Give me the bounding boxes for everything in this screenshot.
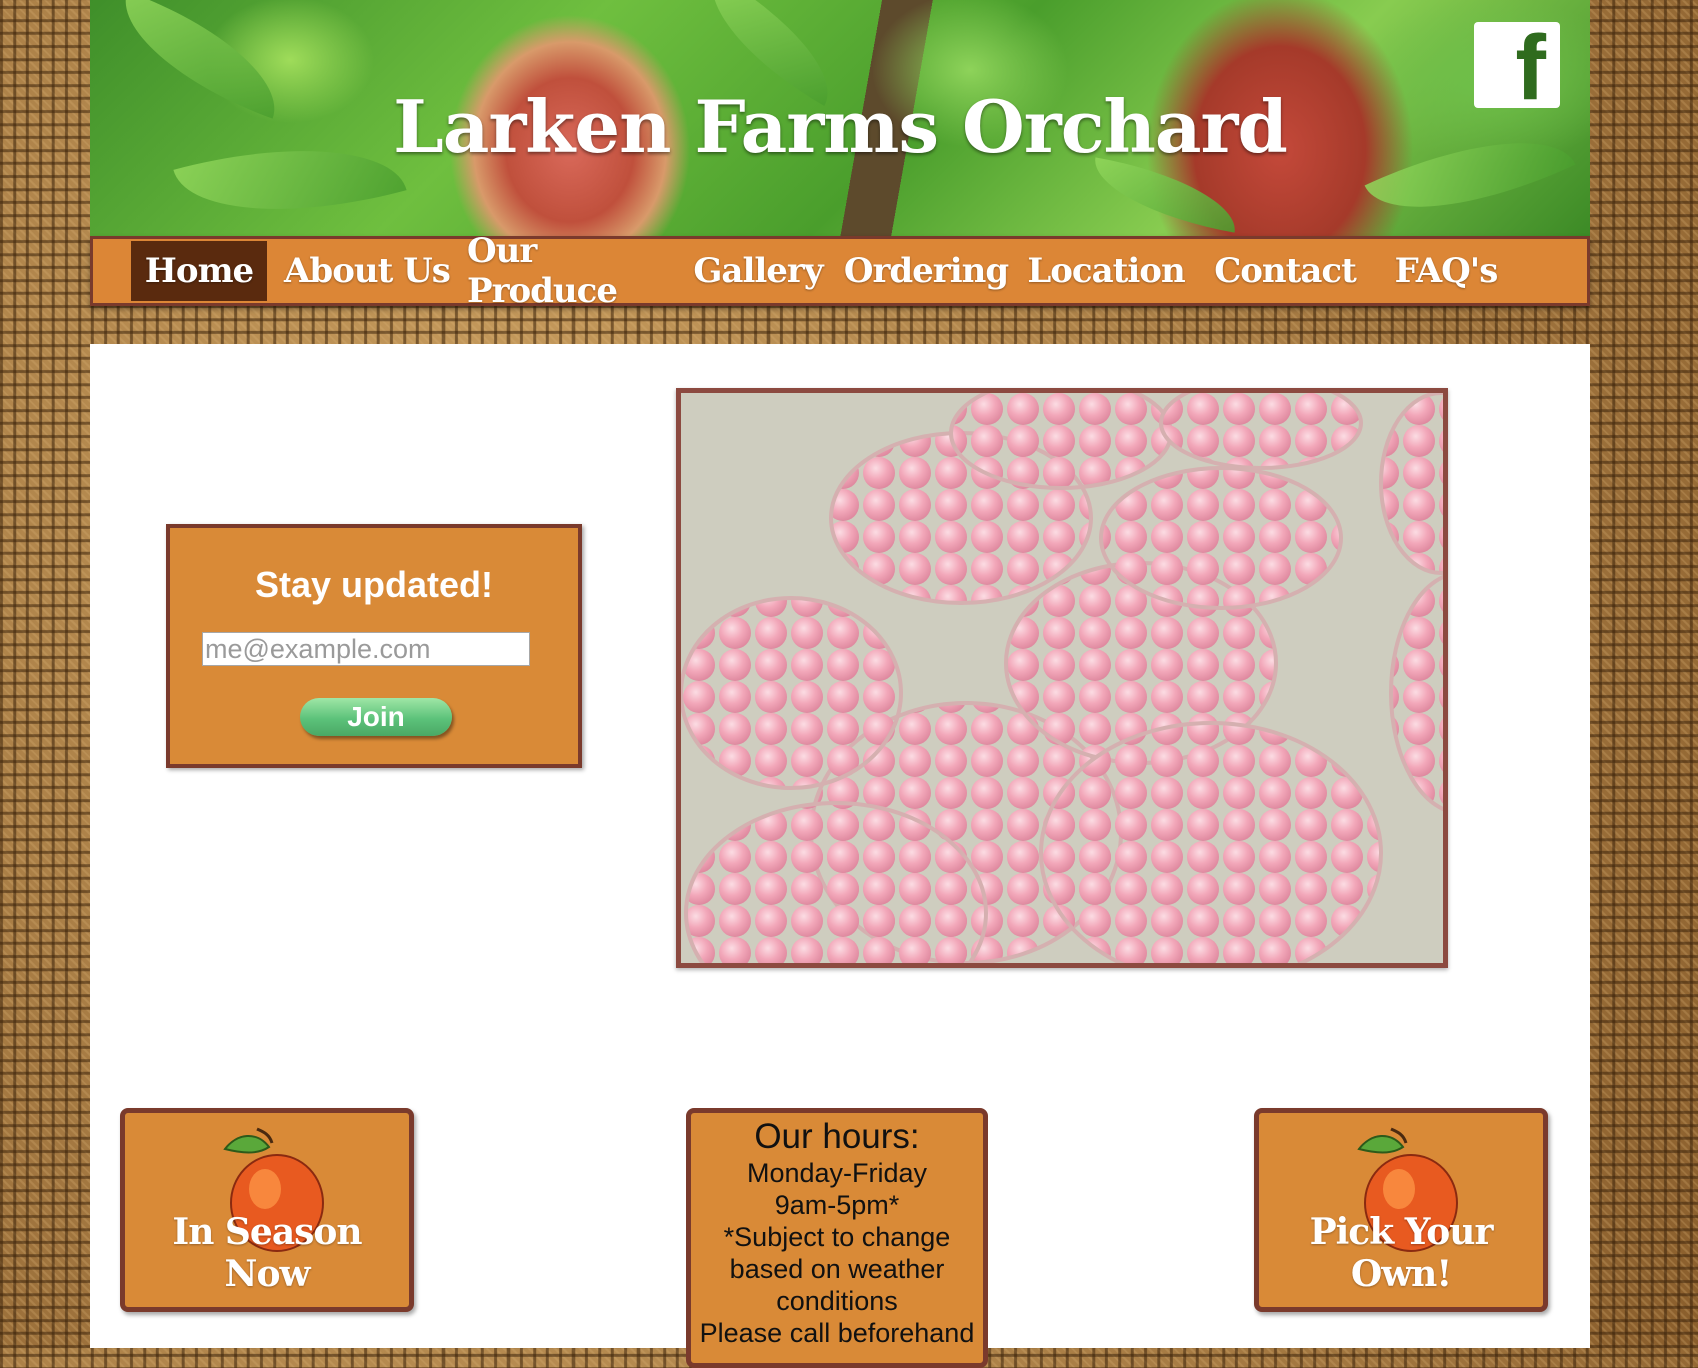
peach-baskets-image — [681, 393, 1443, 963]
site-title: Larken Farms Orchard — [393, 84, 1288, 169]
hours-line: Please call beforehand — [699, 1318, 975, 1348]
main-content: Stay updated! Join — [90, 344, 1590, 1368]
newsletter-signup-box: Stay updated! Join — [166, 524, 582, 768]
join-button[interactable]: Join — [300, 698, 452, 736]
hours-line: based on weather — [729, 1254, 945, 1284]
signup-title: Stay updated! — [254, 564, 494, 605]
hours-title: Our hours: — [754, 1117, 920, 1156]
nav-item-contact[interactable]: Contact — [1197, 241, 1373, 301]
header-banner: Larken Farms Orchard f — [90, 0, 1590, 236]
page: Larken Farms Orchard f Home About Us Our… — [90, 0, 1590, 1368]
nav-item-location[interactable]: Location — [1015, 241, 1197, 301]
hours-line: conditions — [776, 1286, 898, 1316]
main-nav: Home About Us Our Produce Gallery Orderi… — [90, 231, 1590, 311]
nav-item-about-us[interactable]: About Us — [267, 241, 467, 301]
hours-card: Our hours: Monday-Friday 9am-5pm* *Subje… — [686, 1108, 988, 1368]
nav-item-our-produce[interactable]: Our Produce — [467, 231, 679, 311]
nav-item-faqs[interactable]: FAQ's — [1373, 241, 1519, 301]
email-field[interactable] — [202, 632, 530, 666]
in-season-now-card[interactable]: In Season Now — [120, 1108, 414, 1312]
pick-your-own-label: Pick Your Own! — [1309, 1211, 1494, 1295]
facebook-icon[interactable]: f — [1474, 22, 1560, 108]
in-season-now-label: In Season Now — [172, 1211, 362, 1295]
hours-line: Monday-Friday — [746, 1158, 928, 1188]
nav-item-gallery[interactable]: Gallery — [679, 241, 837, 301]
pick-your-own-card[interactable]: Pick Your Own! — [1254, 1108, 1548, 1312]
hours-line: 9am-5pm* — [774, 1190, 900, 1220]
hours-line: *Subject to change — [723, 1222, 951, 1252]
nav-item-home[interactable]: Home — [131, 241, 267, 301]
peach-baskets-photo — [676, 388, 1448, 968]
nav-item-ordering[interactable]: Ordering — [837, 241, 1015, 301]
